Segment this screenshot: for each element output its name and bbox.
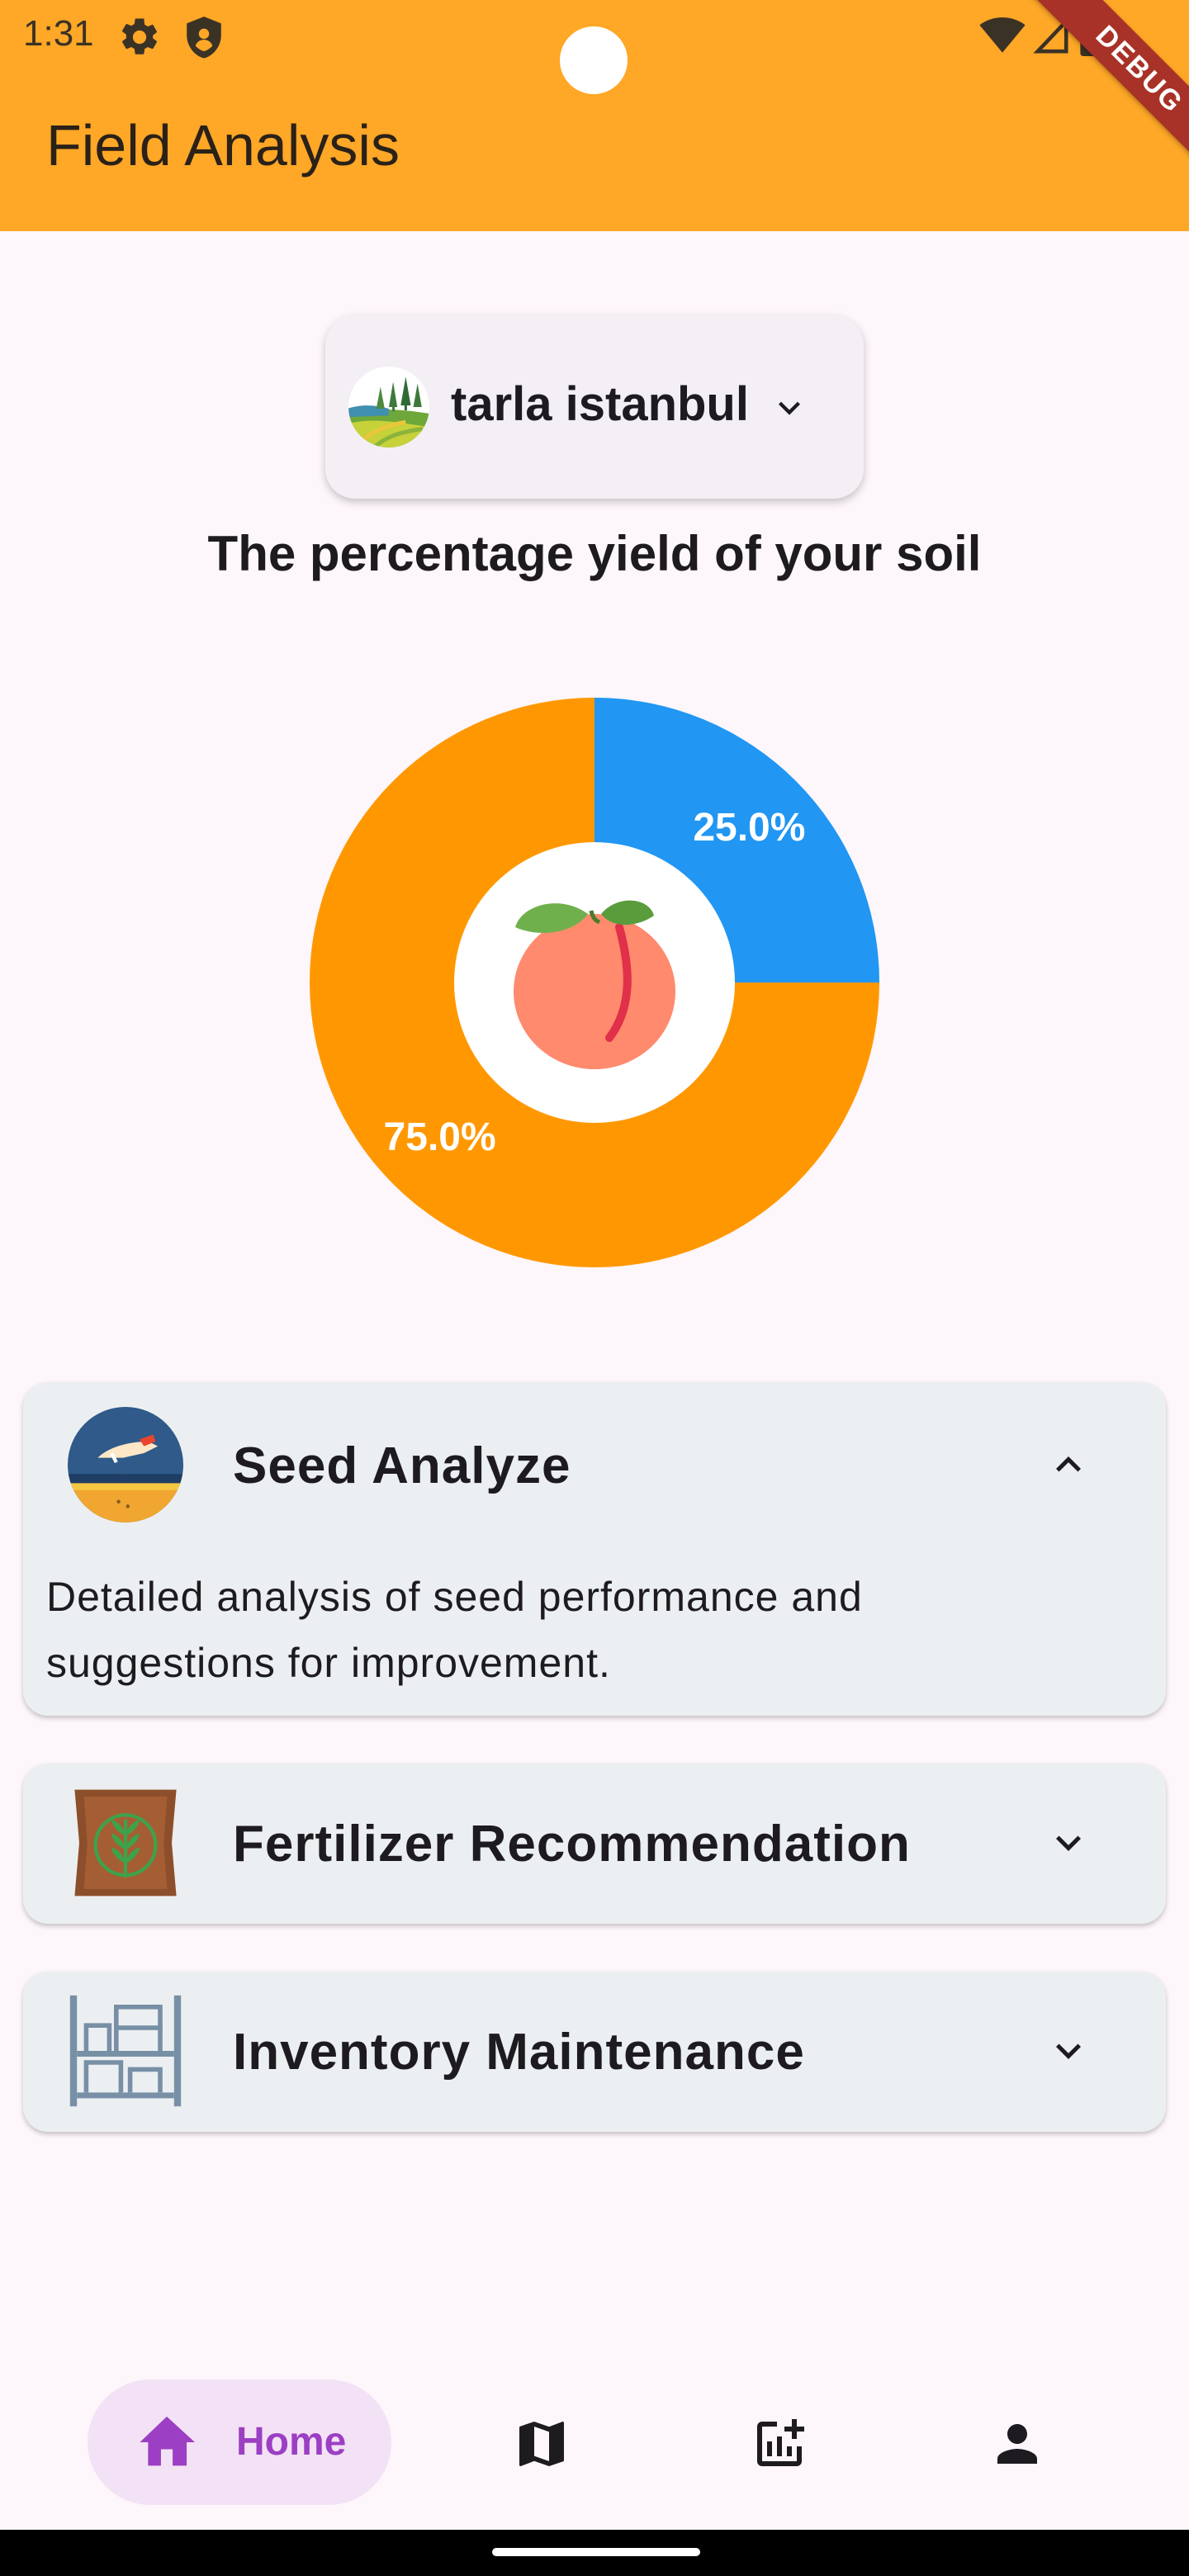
yield-donut-chart: 25.0% 75.0% — [310, 698, 879, 1267]
status-time: 1:31 — [23, 13, 94, 54]
shelves-icon — [69, 1995, 182, 2107]
fertilizer-recommendation-title: Fertilizer Recommendation — [233, 1816, 911, 1873]
chevron-down-icon[interactable] — [1044, 1818, 1093, 1868]
add-chart-icon[interactable] — [750, 2414, 809, 2474]
fertilizer-recommendation-card[interactable]: Fertilizer Recommendation — [23, 1764, 1166, 1924]
nav-home-label: Home — [236, 2420, 347, 2464]
wifi-icon — [979, 17, 1026, 53]
shield-icon — [187, 17, 221, 59]
chevron-down-icon[interactable] — [1044, 2026, 1093, 2076]
map-icon[interactable] — [512, 2414, 571, 2474]
inventory-maintenance-title: Inventory Maintenance — [233, 2024, 805, 2081]
chevron-down-icon — [779, 401, 800, 415]
seed-analyze-header[interactable]: Seed Analyze — [23, 1382, 1166, 1547]
nav-item-home[interactable]: Home — [88, 2379, 391, 2505]
seed-analyze-card: Seed Analyze Detailed analysis of seed p… — [23, 1382, 1166, 1716]
app-bar: 1:31 DEBUG Field Analysis — [0, 0, 1189, 231]
settings-gear-icon — [121, 18, 158, 54]
seed-analyze-description: Detailed analysis of seed performance an… — [46, 1574, 863, 1686]
donut-label-0: 25.0% — [693, 806, 805, 850]
chevron-up-icon[interactable] — [1044, 1440, 1093, 1489]
chart-heading: The percentage yield of your soil — [207, 526, 982, 581]
bottom-navigation-bar: Home — [0, 2361, 1189, 2526]
fertilizer-bag-icon — [74, 1789, 177, 1896]
camera-cutout — [560, 26, 628, 94]
seed-analyze-title: Seed Analyze — [233, 1437, 571, 1494]
inventory-maintenance-card[interactable]: Inventory Maintenance — [23, 1972, 1166, 2132]
system-navigation-bar — [0, 2530, 1189, 2576]
seed-hand-icon — [68, 1407, 183, 1522]
donut-label-1: 75.0% — [384, 1115, 496, 1159]
page-title: Field Analysis — [46, 113, 400, 178]
selected-field-label: tarla istanbul — [451, 377, 749, 431]
person-icon[interactable] — [988, 2414, 1047, 2474]
home-gesture-indicator[interactable] — [492, 2548, 700, 2556]
field-landscape-icon — [348, 367, 429, 447]
field-selector-dropdown[interactable]: tarla istanbul — [325, 315, 864, 499]
home-icon — [140, 2416, 195, 2466]
